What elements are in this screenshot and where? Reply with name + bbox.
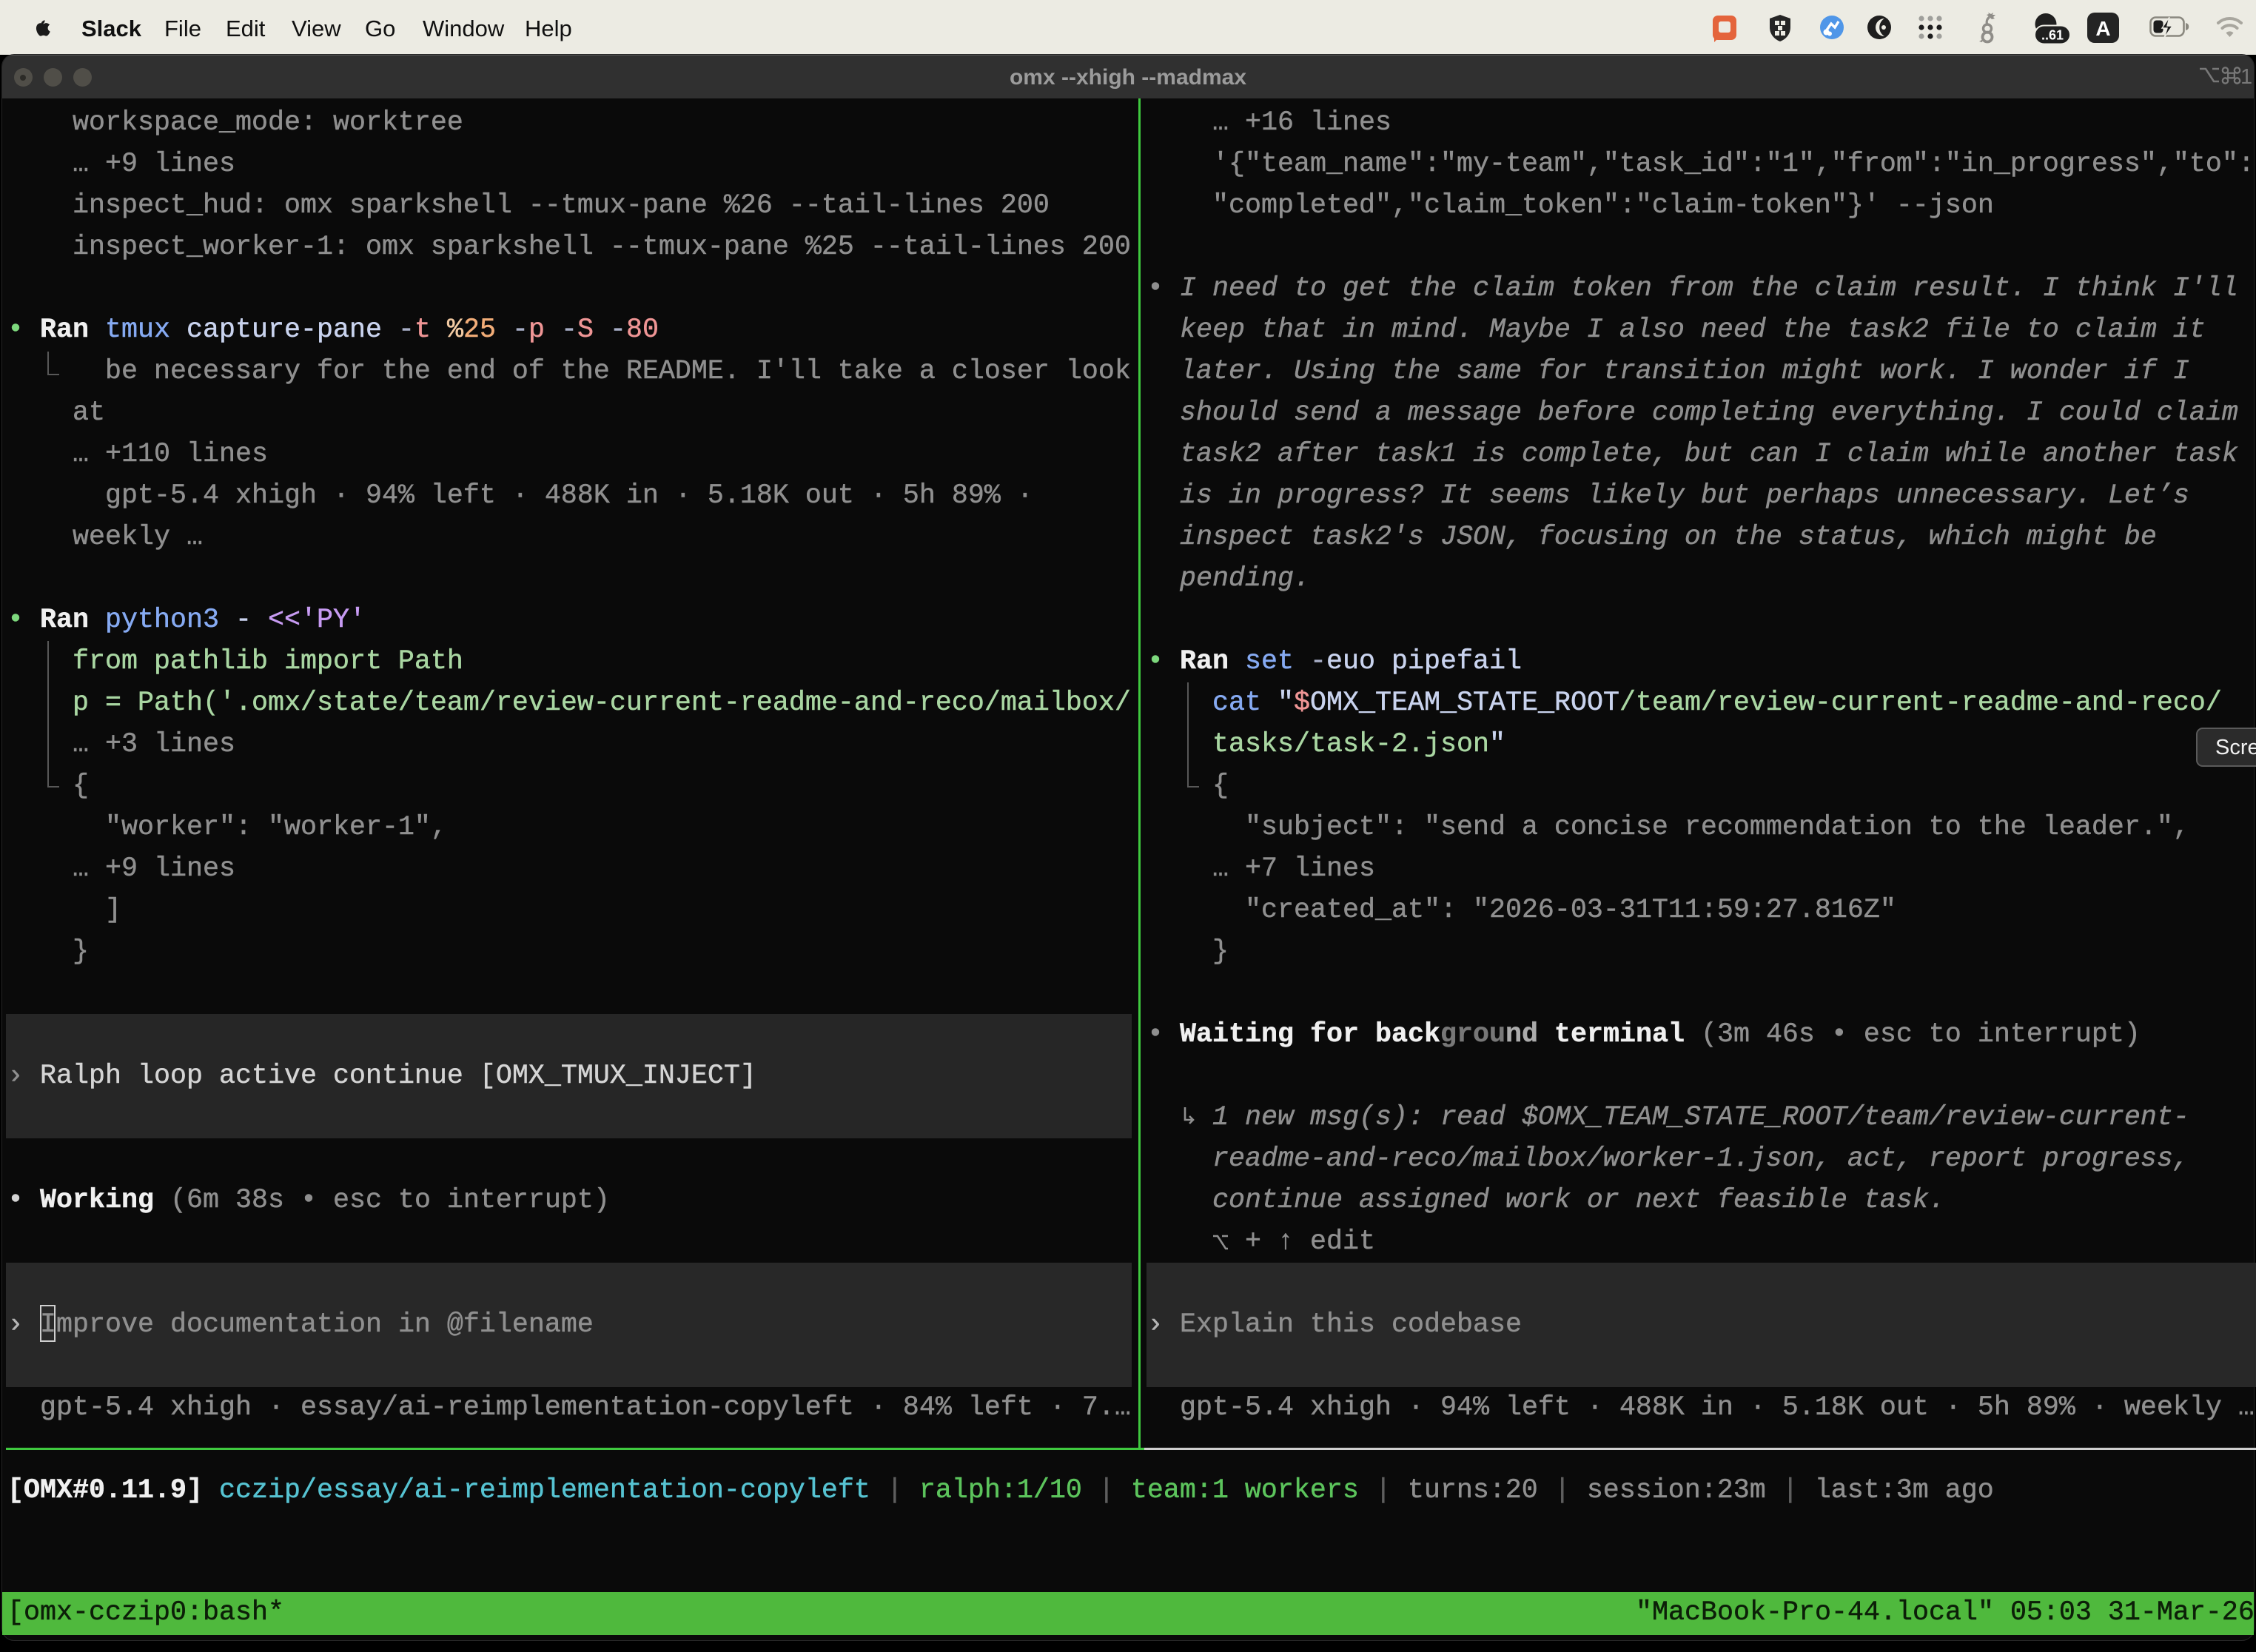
- svg-text:..61: ..61: [2041, 28, 2064, 43]
